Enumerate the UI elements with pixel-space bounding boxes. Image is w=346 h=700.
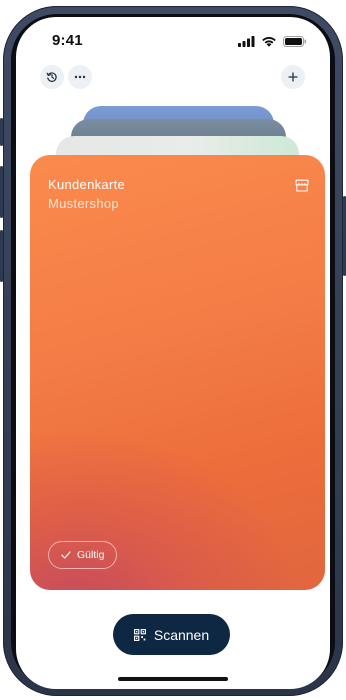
history-button[interactable] [40, 65, 64, 89]
more-icon [74, 75, 86, 79]
scan-button-label: Scannen [153, 626, 210, 643]
card-subtitle: Mustershop [48, 196, 119, 211]
wifi-icon [262, 36, 276, 47]
plus-icon [288, 72, 298, 82]
home-indicator [118, 677, 228, 681]
scan-button[interactable]: Scannen [113, 614, 230, 655]
history-icon [46, 72, 57, 82]
add-card-button[interactable] [281, 65, 305, 89]
qr-code-icon [133, 628, 146, 641]
status-time: 9:41 [52, 32, 83, 49]
more-options-button[interactable] [68, 65, 92, 89]
phone-volume-up [0, 166, 3, 218]
phone-volume-down [0, 230, 3, 282]
store-icon [295, 179, 309, 192]
status-bar: 9:41 [16, 17, 330, 57]
phone-side-button [0, 118, 3, 146]
signal-icon [238, 36, 255, 47]
checkmark-icon [61, 551, 71, 559]
valid-status-badge: Gültig [48, 541, 118, 569]
card-title: Kundenkarte [48, 177, 126, 192]
app-screen: 9:41 Kundenkarte Mustershop Gültig Scann… [16, 17, 330, 689]
loyalty-card[interactable]: Kundenkarte Mustershop Gültig [30, 155, 325, 590]
valid-status-label: Gültig [77, 549, 105, 561]
status-icons [238, 36, 307, 47]
battery-icon [283, 36, 307, 47]
